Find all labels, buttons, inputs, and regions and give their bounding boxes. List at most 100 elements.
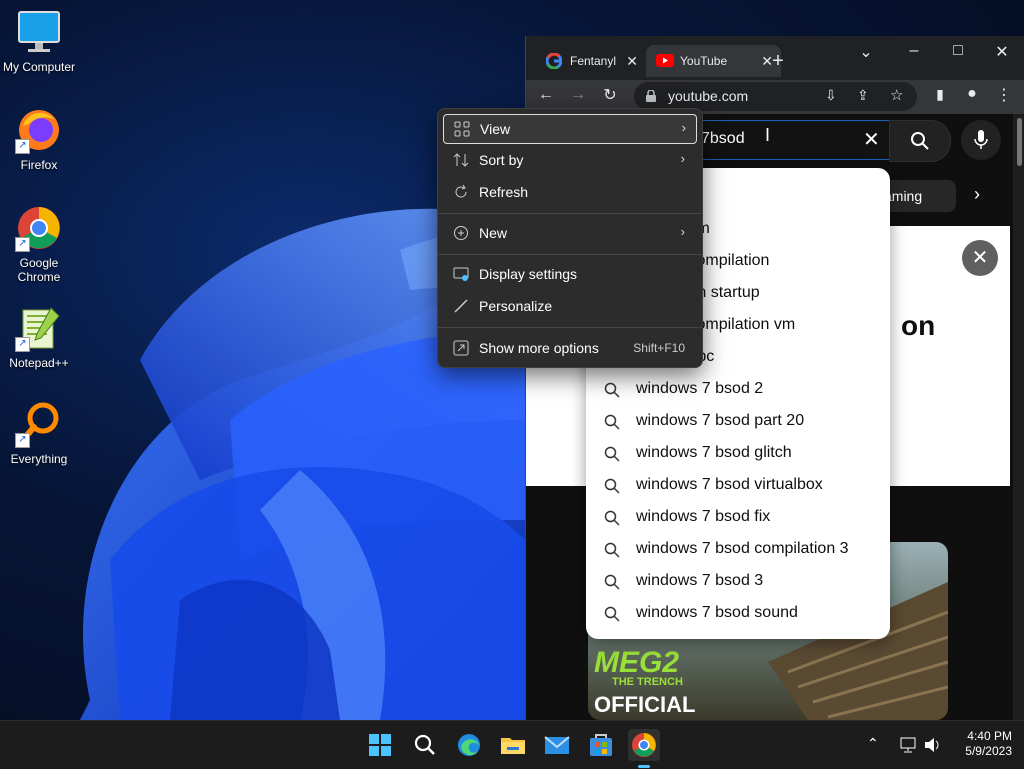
suggestion-text: windows 7 bsod fix	[636, 508, 771, 525]
tab-youtube[interactable]: YouTube ✕	[646, 45, 781, 77]
taskbar-search-button[interactable]	[409, 729, 441, 761]
menu-item-show-more-options[interactable]: Show more options Shift+F10	[443, 334, 695, 362]
tab-strip: Fentanyl ✕ YouTube ✕ + ⌄ – □ ✕	[526, 36, 1024, 80]
menu-item-view[interactable]: View ›	[443, 114, 697, 144]
taskbar-edge-button[interactable]	[453, 729, 485, 761]
menu-item-display-settings[interactable]: Display settings	[443, 260, 695, 288]
taskbar-mail-button[interactable]	[541, 729, 573, 761]
side-panel-icon[interactable]: ▮	[930, 86, 950, 103]
bookmark-star-icon[interactable]: ☆	[890, 86, 903, 104]
youtube-search-button[interactable]	[889, 120, 951, 162]
suggestion-item[interactable]: windows 7 bsod virtualbox	[586, 470, 890, 502]
menu-item-label: Refresh	[479, 184, 529, 200]
page-scrollbar[interactable]	[1013, 114, 1024, 720]
search-icon	[604, 542, 620, 558]
firefox-icon: ↗	[15, 106, 63, 154]
youtube-icon	[656, 54, 674, 67]
close-banner-icon[interactable]: ✕	[962, 240, 998, 276]
desktop-icon-my-computer[interactable]: My Computer	[0, 8, 78, 74]
desktop-icon-google-chrome[interactable]: ↗ Google Chrome	[0, 204, 78, 284]
desktop-icon-label: My Computer	[2, 60, 76, 74]
profile-icon[interactable]: ●	[962, 85, 982, 103]
menu-separator	[438, 327, 702, 328]
suggestion-item[interactable]: windows 7 bsod 3	[586, 566, 890, 598]
youtube-search-input[interactable]: 7bsod I ✕	[676, 120, 890, 160]
tab-search-chevron-icon[interactable]: ⌄	[854, 42, 878, 62]
start-icon	[369, 734, 391, 756]
taskbar-chrome-button[interactable]	[628, 729, 660, 768]
search-icon	[604, 382, 620, 398]
chrome-icon	[632, 733, 656, 757]
system-clock[interactable]: 4:40 PM 5/9/2023	[965, 729, 1012, 759]
suggestion-text: windows 7 bsod glitch	[636, 444, 792, 461]
address-bar[interactable]: youtube.com ⇩ ⇪ ☆	[634, 82, 917, 111]
refresh-icon	[455, 184, 467, 198]
monitor-icon	[15, 8, 63, 56]
show-hidden-icons-chevron-icon[interactable]: ⌃	[867, 735, 879, 752]
desktop-icon-label: Notepad++	[9, 356, 69, 370]
menu-item-label: Show more options	[479, 340, 599, 356]
desktop-icon-label: Google Chrome	[17, 256, 61, 284]
chevron-right-icon: ›	[680, 151, 685, 166]
suggestion-item[interactable]: windows 7 bsod compilation 3	[586, 534, 890, 566]
scrollbar-thumb[interactable]	[1017, 118, 1022, 166]
plus-circle-icon	[454, 226, 468, 240]
desktop-icon-everything[interactable]: ↗ Everything	[0, 400, 78, 466]
suggestion-item[interactable]: windows 7 bsod 2	[586, 374, 890, 406]
edge-icon	[458, 734, 480, 756]
tab-fentanyl[interactable]: Fentanyl ✕	[534, 45, 646, 77]
voice-search-button[interactable]	[961, 120, 1001, 160]
grid-view-icon	[454, 121, 470, 137]
taskbar-store-button[interactable]	[585, 729, 617, 761]
close-tab-icon[interactable]: ✕	[626, 53, 638, 70]
menu-item-sort-by[interactable]: Sort by ›	[443, 146, 695, 174]
install-app-icon[interactable]: ⇩	[825, 87, 837, 104]
search-icon	[604, 446, 620, 462]
maximize-button[interactable]: □	[946, 42, 970, 60]
search-icon	[911, 132, 929, 150]
desktop-icon-notepad-plus-plus[interactable]: ↗ Notepad++	[0, 304, 78, 370]
lock-icon	[646, 90, 656, 102]
clear-search-icon[interactable]: ✕	[863, 127, 880, 152]
network-icon[interactable]	[900, 737, 918, 753]
suggestion-text: windows 7 bsod virtualbox	[636, 476, 823, 493]
menu-item-refresh[interactable]: Refresh	[443, 178, 695, 206]
search-icon	[604, 414, 620, 430]
shortcut-arrow-icon: ↗	[15, 139, 30, 154]
google-icon	[546, 53, 562, 69]
suggestion-item[interactable]: windows 7 bsod sound	[586, 598, 890, 630]
menu-item-label: View	[480, 121, 511, 137]
chips-next-icon[interactable]: ›	[974, 184, 980, 205]
menu-item-label: Personalize	[479, 298, 553, 314]
more-options-icon	[453, 340, 469, 356]
tab-label: YouTube	[680, 54, 728, 68]
text-cursor-icon: I	[765, 125, 771, 145]
suggestion-item[interactable]: windows 7 bsod glitch	[586, 438, 890, 470]
taskbar-file-explorer-button[interactable]	[497, 729, 529, 761]
menu-item-new[interactable]: New ›	[443, 219, 695, 247]
desktop-icon-firefox[interactable]: ↗ Firefox	[0, 106, 78, 172]
menu-item-personalize[interactable]: Personalize	[443, 292, 695, 320]
start-button[interactable]	[364, 729, 396, 761]
notepad-plus-plus-icon: ↗	[15, 304, 63, 352]
desktop-icon-label: Everything	[10, 452, 68, 466]
reload-icon[interactable]: ↻	[600, 85, 620, 105]
suggestion-item[interactable]: windows 7 bsod fix	[586, 502, 890, 534]
share-icon[interactable]: ⇪	[857, 87, 869, 104]
url-text: youtube.com	[668, 88, 749, 104]
minimize-button[interactable]: –	[902, 42, 926, 60]
forward-arrow-icon[interactable]: →	[568, 86, 588, 104]
suggestion-text: windows 7 bsod compilation 3	[636, 540, 849, 557]
video-title-line-1: MEG2	[594, 646, 680, 679]
new-tab-button[interactable]: +	[766, 50, 790, 73]
suggestion-item[interactable]: windows 7 bsod part 20	[586, 406, 890, 438]
back-arrow-icon[interactable]: ←	[536, 86, 556, 104]
search-query-text: 7bsod	[701, 130, 745, 147]
file-explorer-icon	[501, 738, 525, 754]
chrome-icon: ↗	[15, 204, 63, 252]
close-window-button[interactable]: ✕	[990, 42, 1014, 62]
volume-icon[interactable]	[924, 737, 942, 753]
search-icon	[604, 510, 620, 526]
menu-separator	[438, 213, 702, 214]
more-menu-icon[interactable]: ⋮	[994, 85, 1014, 105]
